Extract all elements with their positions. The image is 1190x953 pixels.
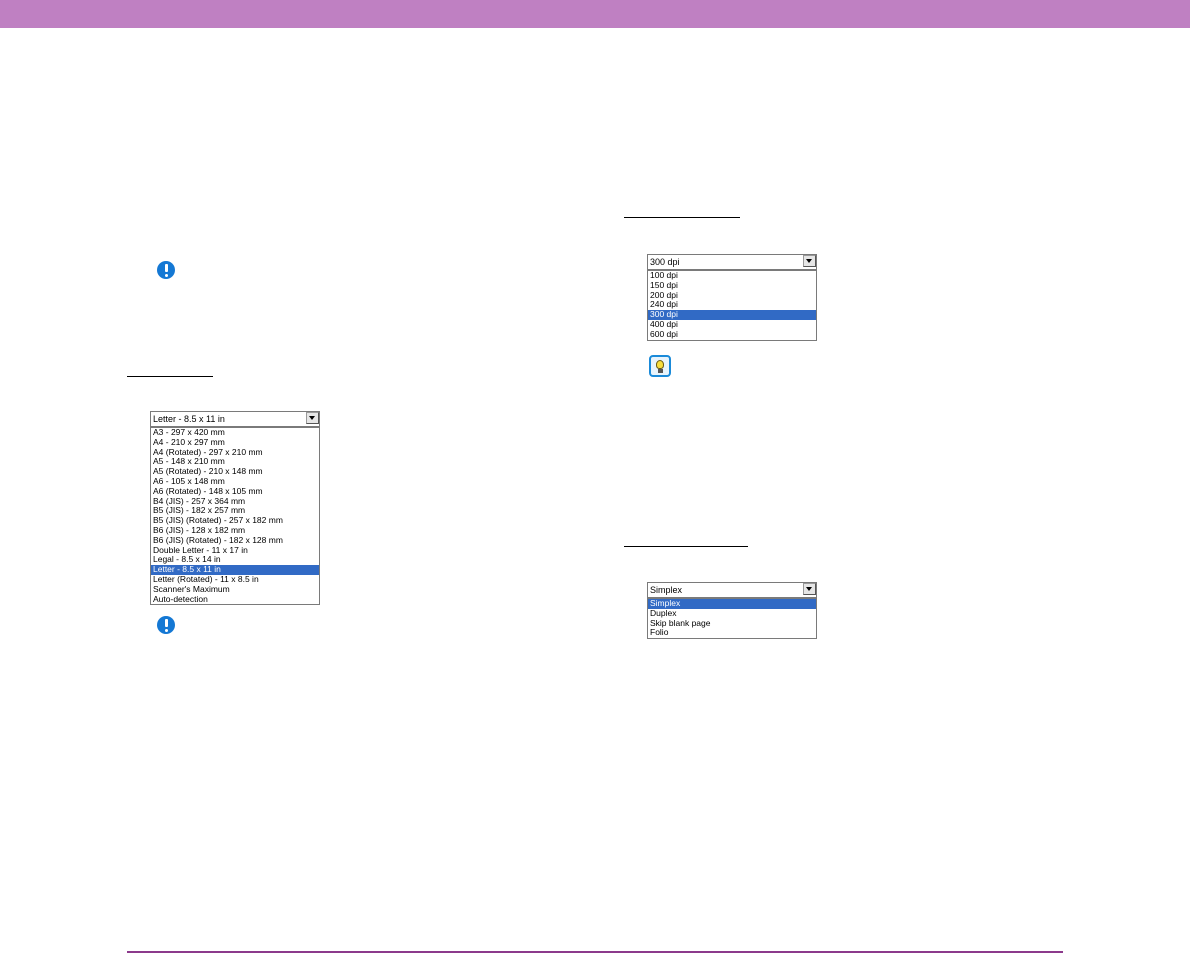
resolution-options-list[interactable]: 100 dpi 150 dpi 200 dpi 240 dpi 300 dpi 400 d…	[647, 270, 817, 341]
resolution-option[interactable]: 100 dpi	[648, 271, 816, 281]
paper-size-option[interactable]: A4 - 210 x 297 mm	[151, 438, 319, 448]
hint-lightbulb-icon	[649, 355, 671, 377]
resolution-option[interactable]: 300 dpi	[648, 310, 816, 320]
resolution-option[interactable]: 240 dpi	[648, 300, 816, 310]
scanning-side-option[interactable]: Duplex	[648, 609, 816, 619]
paper-size-option[interactable]: B5 (JIS) (Rotated) - 257 x 182 mm	[151, 516, 319, 526]
resolution-option[interactable]: 200 dpi	[648, 291, 816, 301]
important-icon	[157, 616, 175, 634]
scanning-side-option[interactable]: Folio	[648, 628, 816, 638]
paper-size-select[interactable]: Letter - 8.5 x 11 in	[150, 411, 320, 427]
paper-size-option[interactable]: B5 (JIS) - 182 x 257 mm	[151, 506, 319, 516]
paper-size-option[interactable]: Legal - 8.5 x 14 in	[151, 555, 319, 565]
section-heading-underline-resolution	[624, 217, 740, 218]
paper-size-option[interactable]: Letter (Rotated) - 11 x 8.5 in	[151, 575, 319, 585]
resolution-select[interactable]: 300 dpi	[647, 254, 817, 270]
scanning-side-option[interactable]: Simplex	[648, 599, 816, 609]
resolution-option[interactable]: 400 dpi	[648, 320, 816, 330]
lightbulb-glass	[656, 360, 664, 369]
paper-size-option[interactable]: A6 - 105 x 148 mm	[151, 477, 319, 487]
scanning-side-option[interactable]: Skip blank page	[648, 619, 816, 629]
paper-size-option[interactable]: Scanner's Maximum	[151, 585, 319, 595]
paper-size-option[interactable]: A5 - 148 x 210 mm	[151, 457, 319, 467]
paper-size-option[interactable]: B6 (JIS) - 128 x 182 mm	[151, 526, 319, 536]
important-icon	[157, 261, 175, 279]
paper-size-option[interactable]: Auto-detection	[151, 595, 319, 605]
paper-size-option[interactable]: A5 (Rotated) - 210 x 148 mm	[151, 467, 319, 477]
paper-size-option[interactable]: Double Letter - 11 x 17 in	[151, 546, 319, 556]
paper-size-option[interactable]: B6 (JIS) (Rotated) - 182 x 128 mm	[151, 536, 319, 546]
paper-size-selected-value: Letter - 8.5 x 11 in	[153, 414, 225, 424]
page-header-bar	[0, 0, 1190, 28]
scanning-side-options-list[interactable]: Simplex Duplex Skip blank page Folio	[647, 598, 817, 640]
paper-size-options-list[interactable]: A3 - 297 x 420 mm A4 - 210 x 297 mm A4 (Ro…	[150, 427, 320, 606]
resolution-option[interactable]: 600 dpi	[648, 330, 816, 340]
paper-size-option[interactable]: B4 (JIS) - 257 x 364 mm	[151, 497, 319, 507]
section-heading-underline-scanning-side	[624, 546, 748, 547]
paper-size-option[interactable]: A4 (Rotated) - 297 x 210 mm	[151, 448, 319, 458]
chevron-down-icon[interactable]	[803, 255, 816, 267]
paper-size-option[interactable]: A6 (Rotated) - 148 x 105 mm	[151, 487, 319, 497]
chevron-down-icon[interactable]	[803, 583, 816, 595]
resolution-option[interactable]: 150 dpi	[648, 281, 816, 291]
chevron-down-icon[interactable]	[306, 412, 319, 424]
paper-size-option[interactable]: A3 - 297 x 420 mm	[151, 428, 319, 438]
lightbulb-base	[657, 369, 663, 373]
scanning-side-selected-value: Simplex	[650, 585, 683, 595]
section-heading-underline-paper-size	[127, 376, 213, 377]
resolution-selected-value: 300 dpi	[650, 257, 680, 267]
scanning-side-select[interactable]: Simplex	[647, 582, 817, 598]
paper-size-option[interactable]: Letter - 8.5 x 11 in	[151, 565, 319, 575]
